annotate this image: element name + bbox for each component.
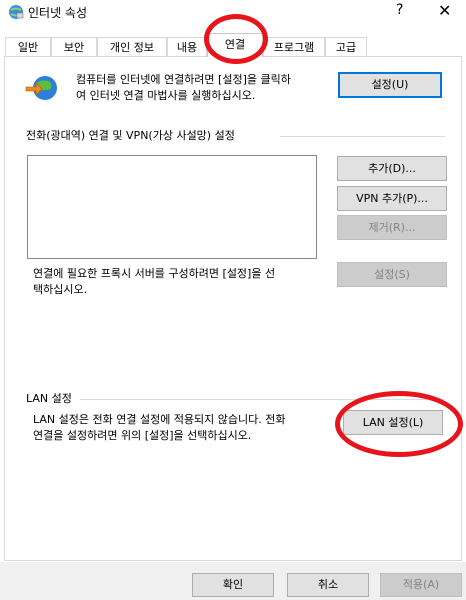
tab-security[interactable]: 보안 xyxy=(51,37,97,56)
ok-button[interactable]: 확인 xyxy=(192,573,274,597)
dialup-heading: 전화(광대역) 연결 및 VPN(가상 사설망) 설정 xyxy=(26,129,235,142)
dialup-divider xyxy=(280,136,445,137)
apply-button[interactable]: 적용(A) xyxy=(380,573,462,597)
setup-text-line2: 여 인터넷 연결 마법사를 실행하십시오. xyxy=(76,89,256,102)
proxy-text-line1: 연결에 필요한 프록시 서버를 구성하려면 [설정]을 선 xyxy=(33,267,276,280)
remove-connection-button[interactable]: 제거(R)... xyxy=(337,215,447,240)
lan-divider xyxy=(80,399,445,400)
help-button[interactable]: ? xyxy=(396,2,403,18)
add-vpn-button[interactable]: VPN 추가(P)... xyxy=(337,186,447,211)
setup-button[interactable]: 설정(U) xyxy=(338,72,442,98)
add-connection-button[interactable]: 추가(D)... xyxy=(337,156,447,181)
dialup-settings-button[interactable]: 설정(S) xyxy=(337,262,447,287)
internet-options-icon xyxy=(8,4,24,20)
setup-text-line1: 컴퓨터를 인터넷에 연결하려면 [설정]을 클릭하 xyxy=(76,73,291,86)
tab-advanced[interactable]: 고급 xyxy=(325,37,367,56)
connections-list[interactable] xyxy=(27,155,317,259)
title-bar: 인터넷 속성 ? ✕ xyxy=(0,0,466,26)
proxy-description: 연결에 필요한 프록시 서버를 구성하려면 [설정]을 선 택하십시오. xyxy=(33,266,328,298)
window-title: 인터넷 속성 xyxy=(28,6,88,20)
lan-description: LAN 설정은 전화 연결 설정에 적용되지 않습니다. 전화 연결을 설정하려… xyxy=(33,412,333,444)
cancel-button[interactable]: 취소 xyxy=(287,573,369,597)
lan-settings-button[interactable]: LAN 설정(L) xyxy=(343,410,443,435)
lan-text-line2: 연결을 설정하려면 위의 [설정]을 선택하십시오. xyxy=(33,429,252,442)
lan-heading: LAN 설정 xyxy=(26,392,72,405)
tab-connections[interactable]: 연결 xyxy=(207,33,263,57)
setup-description: 컴퓨터를 인터넷에 연결하려면 [설정]을 클릭하 여 인터넷 연결 마법사를 … xyxy=(76,72,336,104)
lan-text-line1: LAN 설정은 전화 연결 설정에 적용되지 않습니다. 전화 xyxy=(33,413,286,426)
close-button[interactable]: ✕ xyxy=(438,1,451,20)
globe-connect-icon xyxy=(24,74,60,104)
tab-general[interactable]: 일반 xyxy=(5,37,51,56)
tab-privacy[interactable]: 개인 정보 xyxy=(97,37,167,56)
proxy-text-line2: 택하십시오. xyxy=(33,283,88,296)
tab-content[interactable]: 내용 xyxy=(167,37,207,56)
tab-programs[interactable]: 프로그램 xyxy=(263,37,325,56)
